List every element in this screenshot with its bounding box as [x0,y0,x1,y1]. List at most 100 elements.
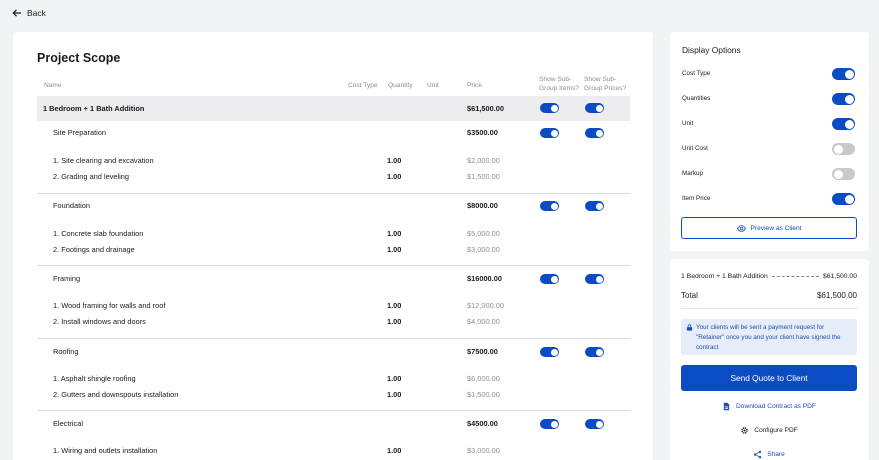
summary-line: 1 Bedroom + 1 Bath Addition $61,500.00 [681,273,857,280]
option-markup: Markup [682,167,855,181]
back-label: Back [27,8,46,18]
item-name: 2. Gutters and downspouts installation [53,390,179,399]
group-row[interactable]: 1 Bedroom + 1 Bath Addition $61,500.00 [37,96,630,121]
group-show-items-toggle[interactable] [540,103,559,113]
option-unit: Unit [682,117,855,131]
divider [37,265,630,266]
show-items-toggle[interactable] [540,128,559,138]
show-prices-toggle[interactable] [585,201,604,211]
show-prices-toggle[interactable] [585,274,604,284]
line-item: 1. Site clearing and excavation 1.00 $2,… [37,156,630,166]
share-icon [753,450,762,459]
payment-info-banner: Your clients will be sent a payment requ… [681,319,857,355]
subgroup-row[interactable]: Site Preparation $3500.00 [37,127,630,139]
subgroup-name: Framing [53,274,81,283]
item-price: $4,000.00 [467,317,500,326]
item-price: $3,000.00 [467,446,500,455]
subgroup-price: $3500.00 [467,128,498,137]
line-item: 2. Gutters and downspouts installation 1… [37,390,630,400]
col-unit: Unit [427,82,439,89]
option-label: Unit [682,120,694,127]
item-price: $1,500.00 [467,390,500,399]
item-price-toggle[interactable] [832,193,855,205]
line-item: 2. Footings and drainage 1.00 $3,000.00 [37,245,630,255]
send-quote-button[interactable]: Send Quote to Client [681,365,857,391]
cost-type-toggle[interactable] [832,68,855,80]
unit-toggle[interactable] [832,118,855,130]
configure-label: Configure PDF [754,427,798,434]
line-item: 1. Wood framing for walls and roof 1.00 … [37,301,630,311]
subgroup-price: $16000.00 [467,274,502,283]
subgroup-name: Roofing [53,347,79,356]
subgroup-name: Site Preparation [53,128,106,137]
pdf-file-icon [723,402,730,411]
display-options-panel: Display Options Cost Type Quantities Uni… [670,32,869,251]
quantities-toggle[interactable] [832,93,855,105]
line-item: 2. Grading and leveling 1.00 $1,500.00 [37,172,630,182]
subgroup-row[interactable]: Roofing $7500.00 [37,346,630,358]
show-items-toggle[interactable] [540,419,559,429]
show-prices-toggle[interactable] [585,419,604,429]
preview-as-client-button[interactable]: Preview as Client [681,217,857,239]
show-prices-toggle[interactable] [585,128,604,138]
top-bar: Back [0,0,879,28]
unit-cost-toggle[interactable] [832,143,855,155]
option-label: Cost Type [682,70,711,77]
item-name: 1. Site clearing and excavation [53,156,154,165]
item-price: $1,500.00 [467,172,500,181]
total-row: Total $61,500.00 [681,291,857,300]
configure-pdf-link[interactable]: Configure PDF [681,426,857,435]
subgroup-row[interactable]: Electrical $4500.00 [37,418,630,430]
markup-toggle[interactable] [832,168,855,180]
option-unit-cost: Unit Cost [682,142,855,156]
show-prices-toggle[interactable] [585,347,604,357]
subgroup-price: $8000.00 [467,201,498,210]
line-item: 1. Wiring and outlets installation 1.00 … [37,446,630,456]
eye-icon [736,224,746,232]
item-name: 1. Concrete slab foundation [53,229,144,238]
item-price: $5,000.00 [467,229,500,238]
subgroup-row[interactable]: Foundation $8000.00 [37,200,630,212]
group-name: 1 Bedroom + 1 Bath Addition [43,104,145,113]
summary-line-amount: $61,500.00 [822,273,857,280]
item-price: $2,000.00 [467,156,500,165]
share-link[interactable]: Share [681,450,857,459]
share-label: Share [767,451,785,458]
subgroup-name: Electrical [53,419,83,428]
option-quantities: Quantities [682,92,855,106]
item-qty: 1.00 [387,156,402,165]
divider [37,193,630,194]
show-items-toggle[interactable] [540,274,559,284]
item-qty: 1.00 [387,245,402,254]
item-qty: 1.00 [387,390,402,399]
item-qty: 1.00 [387,229,402,238]
item-price: $12,000.00 [467,301,504,310]
summary-line-name: 1 Bedroom + 1 Bath Addition [681,273,768,280]
show-items-toggle[interactable] [540,347,559,357]
item-qty: 1.00 [387,446,402,455]
gear-icon [741,427,748,434]
dotted-leader [771,276,819,277]
subgroup-row[interactable]: Framing $16000.00 [37,273,630,285]
col-show-prices: Show Sub-Group Prices? [584,76,627,92]
col-cost-type: Cost Type [348,82,378,89]
item-name: 1. Wiring and outlets installation [53,446,158,455]
line-item: 1. Concrete slab foundation 1.00 $5,000.… [37,229,630,239]
show-items-toggle[interactable] [540,201,559,211]
col-name: Name [44,82,62,89]
item-price: $6,000.00 [467,374,500,383]
quote-summary-panel: 1 Bedroom + 1 Bath Addition $61,500.00 T… [670,259,869,460]
total-label: Total [681,291,698,300]
group-show-prices-toggle[interactable] [585,103,604,113]
divider [37,338,630,339]
item-qty: 1.00 [387,374,402,383]
item-price: $3,000.00 [467,245,500,254]
download-contract-link[interactable]: Download Contract as PDF [681,402,857,411]
subgroup-price: $7500.00 [467,347,498,356]
back-button[interactable]: Back [12,8,46,18]
item-qty: 1.00 [387,172,402,181]
option-label: Markup [682,170,703,177]
option-label: Item Price [682,195,711,202]
option-item-price: Item Price [682,192,855,206]
download-label: Download Contract as PDF [736,403,816,410]
